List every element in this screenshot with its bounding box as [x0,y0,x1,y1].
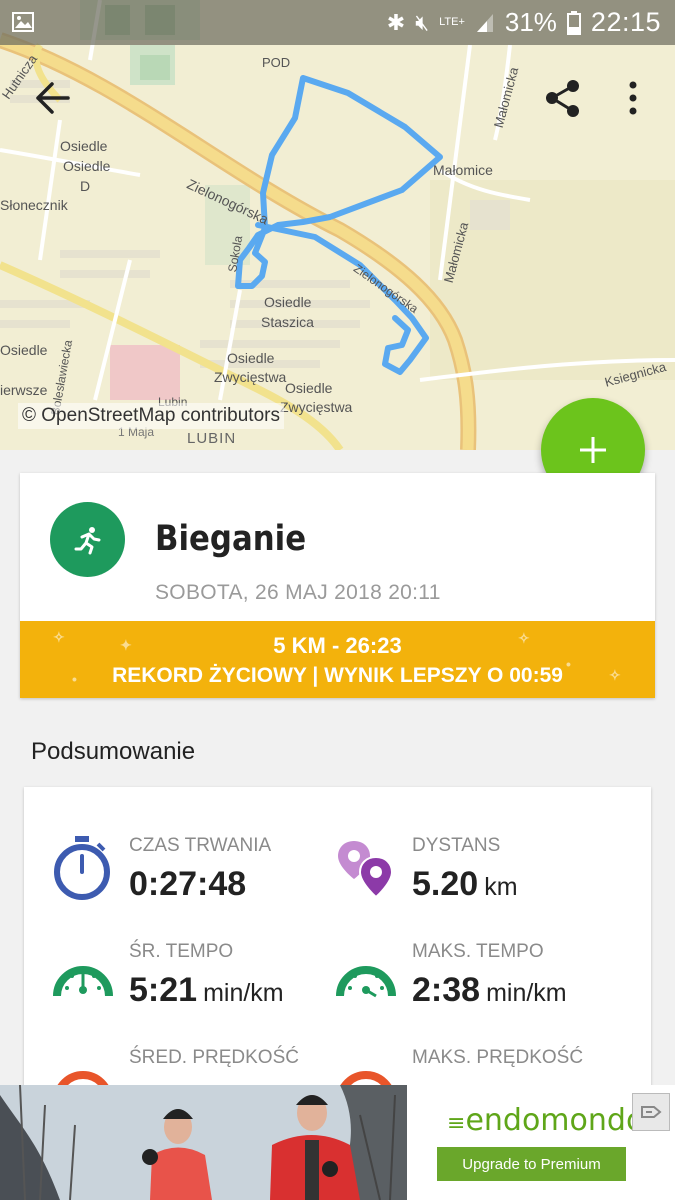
upgrade-premium-button[interactable]: Upgrade to Premium [437,1147,626,1181]
clock: 22:15 [590,7,661,37]
map-label: Osiedle [264,294,312,310]
status-bar: ✱ 🔇︎ LTE+ 31% 22:15 [0,0,675,45]
ad-runners-photo [0,1085,407,1200]
share-button[interactable] [543,78,583,118]
map-label: Zwycięstwa [280,399,353,415]
map-label: Staszica [261,314,314,330]
ad-brand-logo: ≡endomondo [447,1103,644,1138]
stat-unit: min/km [486,979,567,1007]
running-icon [74,526,100,554]
workout-card: Bieganie SOBOTA, 26 MAJ 2018 20:11 ✧ ✦ •… [20,473,655,698]
stopwatch-icon [54,836,110,900]
stat-label: ŚR. TEMPO [129,941,234,962]
sport-name: Bieganie [155,519,307,559]
stat-number: 0:27:48 [129,865,247,903]
ad-close-button[interactable] [632,1093,670,1131]
max-pace-gauge-icon [336,966,396,998]
stat-unit: km [484,873,518,901]
map-label: Osiedle [227,350,275,366]
endomondo-swoosh-icon: ≡ [447,1111,466,1136]
stat-number: 2:38 [412,971,481,1009]
map-label: Małomice [433,162,493,178]
map-label: Zwycięstwa [214,369,287,385]
ad-brand-text: endomondo [465,1103,645,1138]
summary-card: CZAS TRWANIA 0:27:48 DYSTANS 5.20 km ŚR. … [24,787,651,1107]
arrow-back-icon [36,82,70,114]
more-vert-icon [629,81,637,115]
back-button[interactable] [32,80,72,116]
bluetooth-icon: ✱ [386,9,406,35]
share-icon [546,80,579,117]
route-map[interactable]: POD Hutnicza Osiedle Osiedle D Słoneczni… [0,0,675,450]
map-attribution[interactable]: © OpenStreetMap contributors [18,403,284,429]
personal-record-banner[interactable]: ✧ ✦ • ✧ • ✧ 5 KM - 26:23 REKORD ŻYCIOWY … [20,621,655,698]
stat-label: DYSTANS [412,835,501,856]
ad-choices-icon [641,1106,662,1118]
stat-label: CZAS TRWANIA [129,835,272,856]
workout-date: SOBOTA, 26 MAJ 2018 20:11 [155,581,441,604]
map-label: POD [262,55,291,70]
stat-value: 5:21 min/km [129,971,284,1010]
record-distance-time: 5 KM - 26:23 [273,633,402,658]
avg-pace-gauge-icon [53,966,113,997]
stat-value: 2:38 min/km [412,971,567,1010]
map-label: Słonecznik [0,197,68,213]
map-label: Osiedle [60,138,108,154]
distance-pins-icon [338,841,394,899]
status-icons: ✱ 🔇︎ LTE+ 31% 22:15 [387,0,661,45]
map-label: ierwsze [0,382,48,398]
map-label: Osiedle [0,342,48,358]
stat-unit: min/km [203,979,284,1007]
stat-number: 5.20 [412,865,479,903]
map-label: LUBIN [187,430,237,447]
summary-title: Podsumowanie [31,738,196,765]
ad-photo-illustration [0,1085,407,1200]
more-options-button[interactable] [625,80,641,116]
sport-icon-badge [50,502,125,577]
map-label: Osiedle [63,158,111,174]
battery-percent: 31% [504,7,557,37]
stat-number: 5:21 [129,971,198,1009]
map-label: Osiedle [285,380,333,396]
map-canvas [0,0,675,450]
image-notification-icon [12,12,34,32]
map-label: D [80,178,91,194]
signal-icon [476,13,493,32]
stat-value: 0:27:48 [129,865,246,904]
plus-icon [580,437,606,463]
stat-label: MAKS. PRĘDKOŚĆ [412,1047,584,1068]
mute-icon: 🔇︎ [415,9,430,35]
record-description: REKORD ŻYCIOWY | WYNIK LEPSZY O 00:59 [112,664,563,687]
network-type: LTE+ [439,16,465,28]
stat-label: MAKS. TEMPO [412,941,544,962]
battery-icon [566,10,581,35]
stat-value: 5.20 km [412,865,518,904]
stat-label: ŚRED. PRĘDKOŚĆ [129,1047,299,1068]
